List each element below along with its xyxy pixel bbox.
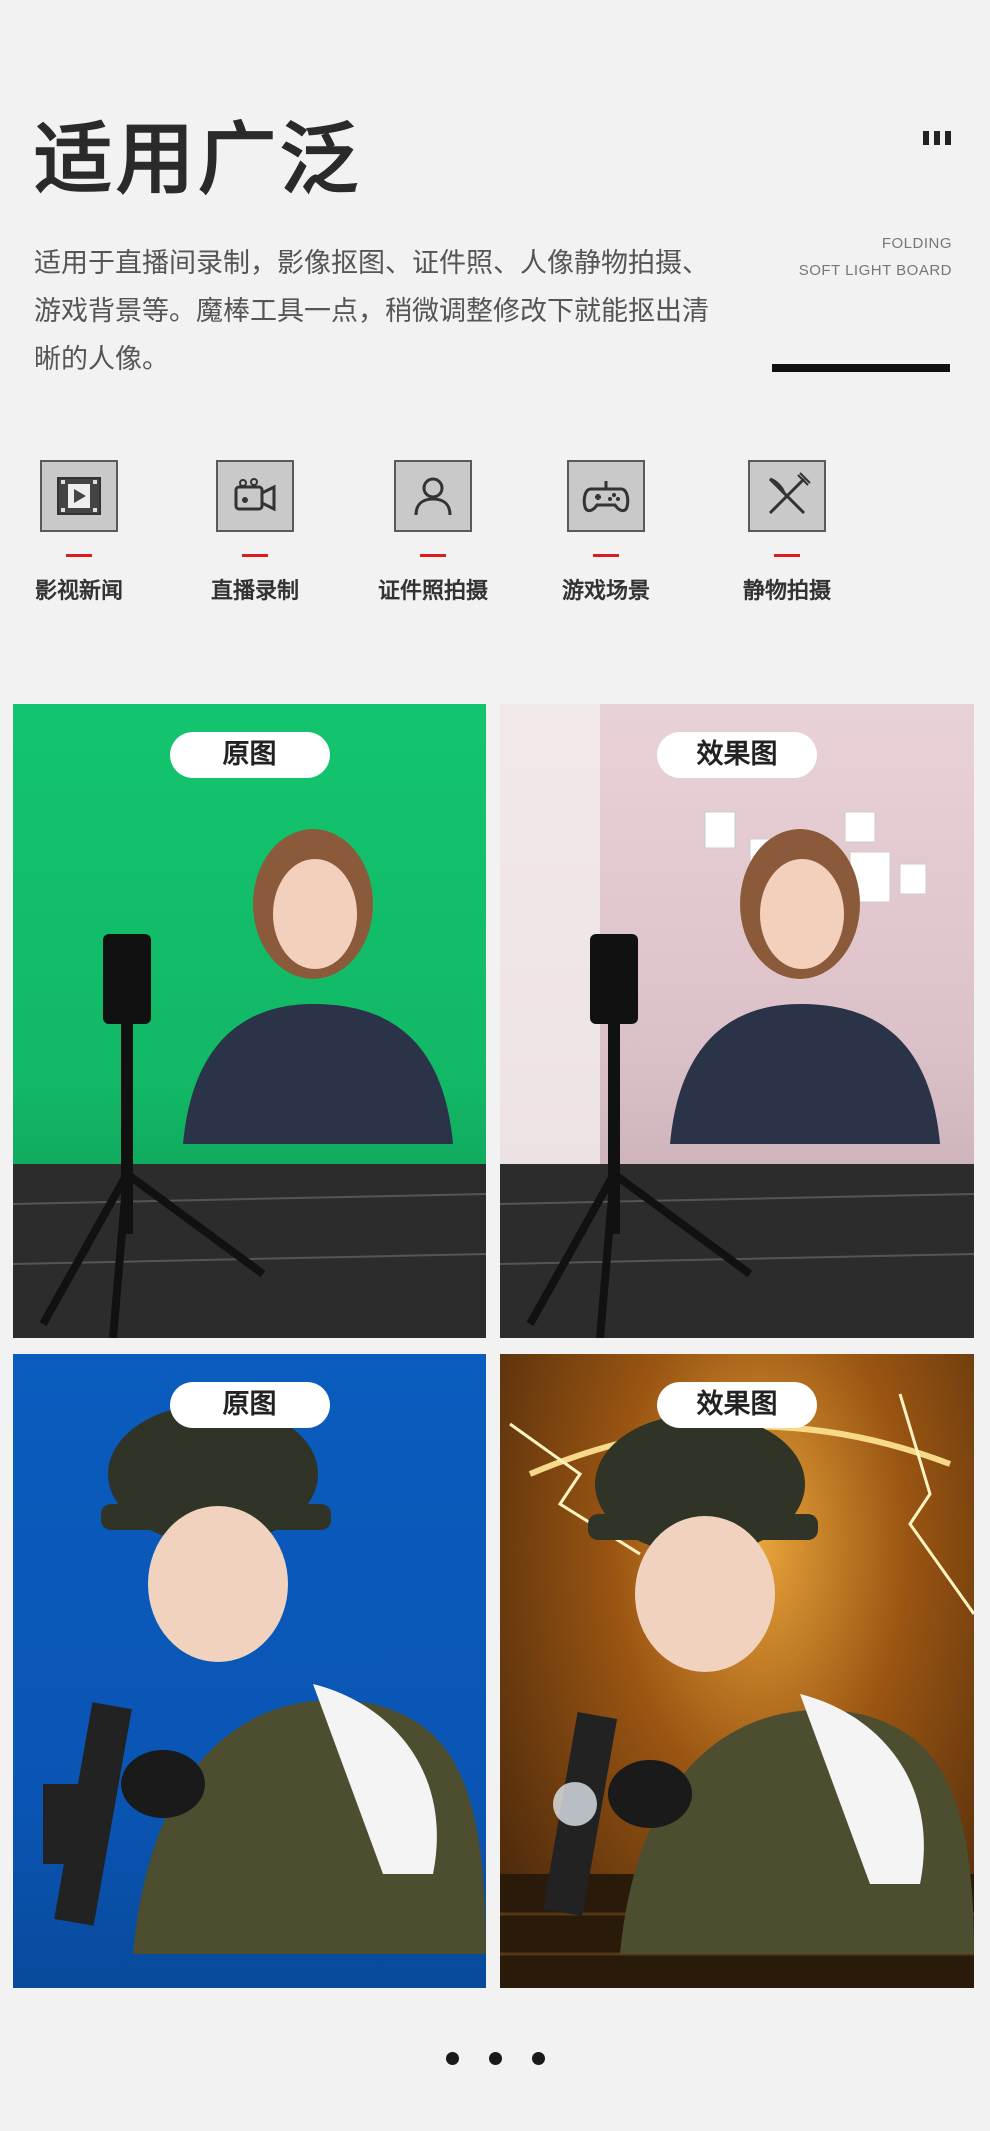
- english-subtitle: FOLDING SOFT LIGHT BOARD: [799, 230, 952, 284]
- original-label: 原图: [169, 732, 330, 778]
- accent-bar: [772, 364, 950, 372]
- original-green-screen-photo: 原图: [13, 704, 486, 1338]
- category-icons: 影视新闻 直播录制 证件照拍摄 游戏场景 静物拍摄: [0, 460, 990, 620]
- category-item-live[interactable]: 直播录制: [185, 460, 325, 605]
- original-label: 原图: [169, 1382, 330, 1428]
- red-divider: [774, 554, 800, 557]
- category-label: 静物拍摄: [742, 579, 831, 604]
- pagination-dots: [0, 2052, 990, 2065]
- effect-label: 效果图: [657, 732, 817, 778]
- page-dot[interactable]: [531, 2052, 545, 2065]
- description-text: 适用于直播间录制，影像抠图、证件照、人像静物拍摄、游戏背景等。魔棒工具一点，稍微…: [34, 248, 709, 375]
- film-icon: [40, 460, 118, 532]
- category-label: 证件照拍摄: [377, 579, 488, 604]
- category-label: 直播录制: [210, 579, 299, 604]
- red-divider: [242, 554, 268, 557]
- english-line-1: FOLDING: [881, 235, 952, 252]
- original-blue-screen-photo: 原图: [13, 1354, 486, 1988]
- category-label: 影视新闻: [34, 579, 123, 604]
- red-divider: [420, 554, 446, 557]
- video-camera-icon: [216, 460, 294, 532]
- effect-room-photo: 效果图: [500, 704, 974, 1338]
- effect-label: 效果图: [657, 1382, 817, 1428]
- red-divider: [593, 554, 619, 557]
- gamepad-icon: [567, 460, 645, 532]
- page-title: 适用广泛: [34, 115, 363, 205]
- fork-knife-icon: [748, 460, 826, 532]
- page-dot[interactable]: [445, 2052, 459, 2065]
- category-item-game[interactable]: 游戏场景: [536, 460, 676, 605]
- menu-bars-icon[interactable]: [923, 131, 951, 145]
- category-label: 游戏场景: [561, 579, 650, 604]
- page-dot[interactable]: [488, 2052, 502, 2065]
- category-item-id-photo[interactable]: 证件照拍摄: [363, 460, 503, 605]
- person-icon: [394, 460, 472, 532]
- category-item-still-life[interactable]: 静物拍摄: [717, 460, 857, 605]
- effect-game-scene-photo: 效果图: [500, 1354, 974, 1988]
- category-item-film[interactable]: 影视新闻: [9, 460, 149, 605]
- english-line-2: SOFT LIGHT BOARD: [798, 262, 952, 279]
- red-divider: [66, 554, 92, 557]
